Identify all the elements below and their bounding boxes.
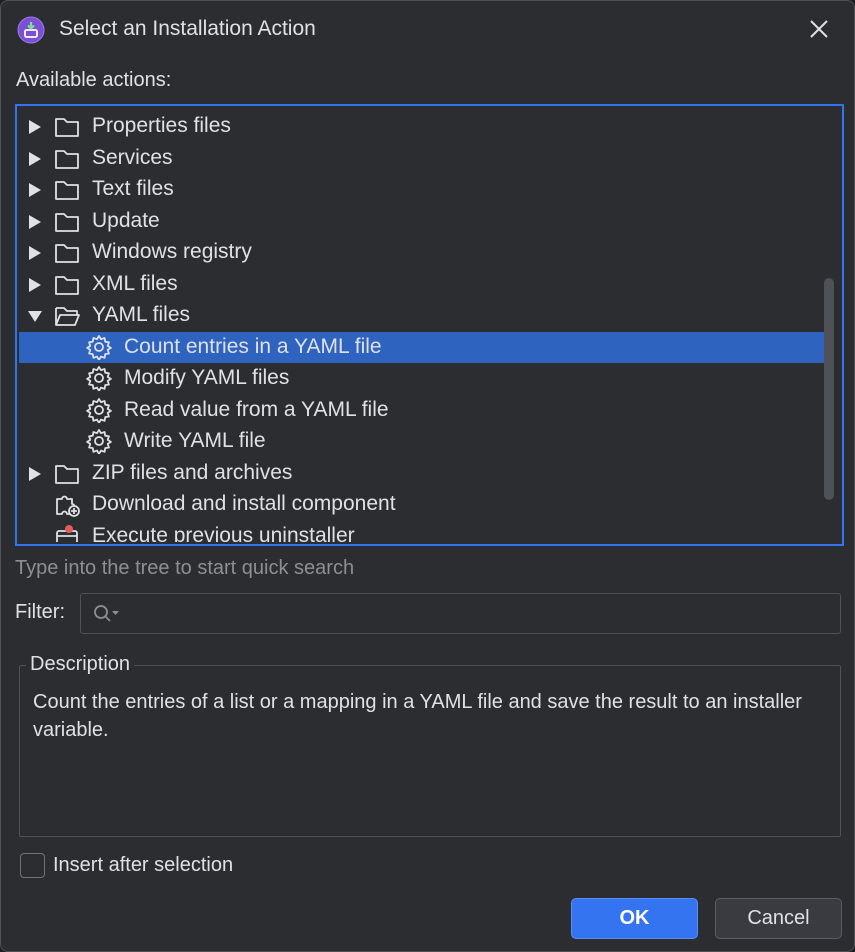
folder-icon: [55, 212, 79, 232]
tree-item-label: Windows registry: [92, 240, 252, 263]
tree-item-label: Execute previous uninstaller: [92, 523, 355, 543]
tree-item[interactable]: YAML files: [19, 300, 824, 331]
close-icon[interactable]: [803, 13, 835, 45]
tree-item[interactable]: Properties files: [19, 111, 824, 142]
tree-item[interactable]: Write YAML file: [19, 426, 824, 457]
tree-viewport: Properties files Services Text files Update…: [19, 108, 840, 542]
gear-icon: [86, 429, 112, 454]
folder-icon: [55, 118, 79, 137]
tree-item-label: Modify YAML files: [124, 366, 290, 389]
collapsed-arrow-icon[interactable]: [28, 151, 42, 167]
tree-item[interactable]: Modify YAML files: [19, 363, 824, 394]
tree-item-label: Read value from a YAML file: [124, 397, 389, 421]
tree-item[interactable]: ZIP files and archives: [19, 458, 824, 489]
actions-tree[interactable]: Properties files Services Text files Update…: [15, 104, 844, 546]
gear-icon: [86, 366, 112, 391]
tree-item-label: ZIP files and archives: [92, 460, 293, 484]
insert-after-selection-label[interactable]: Insert after selection: [53, 854, 233, 877]
tree-item-label: Services: [92, 145, 173, 169]
filter-field[interactable]: [80, 593, 841, 634]
tree-item-label: XML files: [92, 271, 178, 295]
component-download-icon: [56, 495, 80, 517]
description-text: Count the entries of a list or a mapping…: [33, 691, 802, 741]
tree-item-label: Text files: [92, 177, 174, 200]
folder-icon: [55, 464, 79, 484]
collapsed-arrow-icon[interactable]: [28, 245, 42, 261]
description-group: Description Count the entries of a list …: [19, 653, 841, 837]
collapsed-arrow-icon[interactable]: [28, 182, 42, 198]
gear-icon: [86, 334, 112, 360]
collapsed-arrow-icon[interactable]: [28, 119, 42, 135]
tree-item-label: Write YAML file: [124, 429, 266, 452]
insert-after-selection-checkbox[interactable]: [20, 853, 45, 878]
filter-label: Filter:: [15, 601, 65, 623]
tree-item[interactable]: Text files: [19, 174, 824, 205]
collapsed-arrow-icon[interactable]: [28, 466, 42, 482]
tree-item-label: YAML files: [92, 303, 191, 326]
tree-item[interactable]: Download and install component: [19, 489, 824, 520]
tree-item[interactable]: Services: [19, 143, 824, 174]
search-dropdown-icon[interactable]: [91, 603, 123, 625]
installer-app-icon: [17, 16, 45, 44]
tree-scrollbar[interactable]: [824, 278, 834, 500]
tree-item[interactable]: XML files: [19, 269, 824, 300]
collapsed-arrow-icon[interactable]: [28, 214, 42, 230]
quick-search-hint: Type into the tree to start quick search: [15, 557, 355, 579]
tree-item[interactable]: Windows registry: [19, 237, 824, 268]
ok-button[interactable]: OK: [571, 898, 698, 939]
dialog-title: Select an Installation Action: [59, 17, 316, 40]
folder-icon: [55, 181, 79, 200]
available-actions-label: Available actions:: [16, 69, 172, 91]
tree-item[interactable]: Read value from a YAML file: [19, 395, 824, 426]
folder-open-icon: [55, 307, 80, 326]
folder-icon: [55, 244, 79, 263]
gear-icon: [86, 397, 112, 423]
title-bar: Select an Installation Action: [1, 1, 854, 57]
installation-action-dialog: Select an Installation Action Available …: [0, 0, 855, 952]
tree-item-label: Properties files: [92, 114, 231, 137]
tree-item-label: Count entries in a YAML file: [124, 334, 382, 358]
folder-icon: [55, 275, 79, 295]
uninstaller-icon: [56, 524, 78, 542]
expanded-arrow-icon[interactable]: [28, 308, 42, 324]
filter-input[interactable]: [125, 598, 825, 630]
tree-item-label: Update: [92, 208, 160, 232]
tree-item-label: Download and install component: [92, 492, 396, 515]
tree-item[interactable]: Count entries in a YAML file: [19, 331, 824, 363]
tree-item[interactable]: Execute previous uninstaller: [19, 521, 824, 543]
tree-item[interactable]: Update: [19, 206, 824, 237]
collapsed-arrow-icon[interactable]: [28, 277, 42, 293]
folder-icon: [55, 149, 79, 169]
description-title: Description: [26, 653, 135, 676]
cancel-button[interactable]: Cancel: [715, 898, 842, 939]
